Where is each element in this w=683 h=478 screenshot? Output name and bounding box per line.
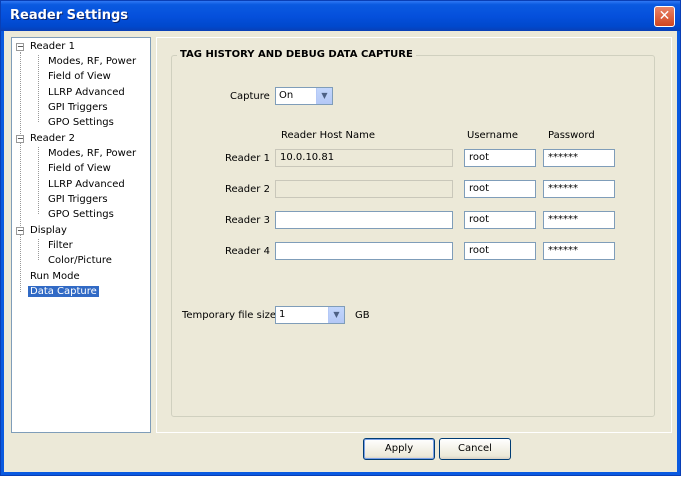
cancel-button[interactable]: Cancel xyxy=(439,438,511,460)
apply-button[interactable]: Apply xyxy=(363,438,435,460)
tree-item-label: Modes, RF, Power xyxy=(48,56,137,67)
capture-label: Capture xyxy=(230,91,270,102)
file-size-select-value: 1 xyxy=(279,309,286,320)
reader-1-username-field[interactable]: root xyxy=(464,149,536,167)
tree-item-gpo-settings[interactable]: GPO Settings xyxy=(48,116,114,130)
tree-item-label: Data Capture xyxy=(28,286,99,297)
reader-3-label: Reader 3 xyxy=(225,215,270,226)
tree-item-color-picture[interactable]: Color/Picture xyxy=(48,254,112,268)
tree-item-label: GPI Triggers xyxy=(48,194,108,205)
tree-item-label: Reader 1 xyxy=(30,41,75,52)
tree-item-field-of-view[interactable]: Field of View xyxy=(48,70,111,84)
column-header-username: Username xyxy=(467,130,518,141)
tree-item-reader-1[interactable]: − Reader 1 xyxy=(16,40,75,54)
settings-tree[interactable]: − Reader 1 Modes, RF, Power Field of Vie… xyxy=(11,37,151,433)
tree-item-filter[interactable]: Filter xyxy=(48,239,73,253)
tree-item-modes-rf-power[interactable]: Modes, RF, Power xyxy=(48,147,136,161)
tree-guide-line xyxy=(38,55,39,122)
reader-3-username-field[interactable]: root xyxy=(464,211,536,229)
tree-item-label: GPO Settings xyxy=(48,117,114,128)
window-frame-left xyxy=(1,31,4,475)
tree-item-gpi-triggers[interactable]: GPI Triggers xyxy=(48,193,108,207)
tree-item-data-capture[interactable]: Data Capture xyxy=(28,285,99,299)
chevron-down-icon[interactable]: ▼ xyxy=(316,88,332,104)
title-bar[interactable]: Reader Settings ✕ xyxy=(1,1,680,31)
tree-item-llrp-advanced[interactable]: LLRP Advanced xyxy=(48,178,125,192)
chevron-down-icon[interactable]: ▼ xyxy=(328,307,344,323)
tree-item-run-mode[interactable]: Run Mode xyxy=(30,270,80,284)
file-size-unit: GB xyxy=(355,310,370,321)
tree-item-gpo-settings[interactable]: GPO Settings xyxy=(48,208,114,222)
reader-4-password-field[interactable]: ****** xyxy=(543,242,615,260)
reader-1-password-field[interactable]: ****** xyxy=(543,149,615,167)
column-header-password: Password xyxy=(548,130,595,141)
reader-3-password-field[interactable]: ****** xyxy=(543,211,615,229)
tree-item-label: LLRP Advanced xyxy=(48,87,125,98)
tree-guide-line xyxy=(38,239,39,260)
window-frame-right xyxy=(677,31,680,475)
tree-item-label: Run Mode xyxy=(30,271,80,282)
tree-item-label: LLRP Advanced xyxy=(48,179,125,190)
tree-guide-line xyxy=(20,52,21,292)
tree-item-label: GPI Triggers xyxy=(48,102,108,113)
tree-item-label: Display xyxy=(30,225,67,236)
reader-4-host-field[interactable] xyxy=(275,242,453,260)
tree-item-reader-2[interactable]: − Reader 2 xyxy=(16,132,75,146)
collapse-icon[interactable]: − xyxy=(16,135,24,143)
tree-item-gpi-triggers[interactable]: GPI Triggers xyxy=(48,101,108,115)
group-title: TAG HISTORY AND DEBUG DATA CAPTURE xyxy=(177,49,416,60)
reader-2-host-field[interactable] xyxy=(275,180,453,198)
close-icon[interactable]: ✕ xyxy=(654,6,675,27)
reader-2-password-field[interactable]: ****** xyxy=(543,180,615,198)
tree-item-label: Reader 2 xyxy=(30,133,75,144)
reader-settings-window: Reader Settings ✕ − Reader 1 Modes, RF, … xyxy=(0,0,681,476)
column-header-host: Reader Host Name xyxy=(281,130,376,141)
tree-item-label: Color/Picture xyxy=(48,255,112,266)
collapse-icon[interactable]: − xyxy=(16,43,24,51)
capture-group-box xyxy=(171,55,655,417)
tree-item-display[interactable]: − Display xyxy=(16,224,67,238)
tree-item-modes-rf-power[interactable]: Modes, RF, Power xyxy=(48,55,136,69)
file-size-select[interactable]: 1 ▼ xyxy=(275,306,345,324)
reader-2-label: Reader 2 xyxy=(225,184,270,195)
reader-2-username-field[interactable]: root xyxy=(464,180,536,198)
tree-item-field-of-view[interactable]: Field of View xyxy=(48,162,111,176)
tree-item-label: Field of View xyxy=(48,71,111,82)
capture-select-value: On xyxy=(279,90,294,101)
window-title: Reader Settings xyxy=(10,8,129,23)
reader-3-host-field[interactable] xyxy=(275,211,453,229)
tree-item-label: GPO Settings xyxy=(48,209,114,220)
file-size-label: Temporary file size xyxy=(182,310,277,321)
window-frame-bottom xyxy=(1,472,680,475)
reader-1-host-field[interactable]: 10.0.10.81 xyxy=(275,149,453,167)
tree-item-label: Filter xyxy=(48,240,73,251)
collapse-icon[interactable]: − xyxy=(16,227,24,235)
reader-4-label: Reader 4 xyxy=(225,246,270,257)
tree-guide-line xyxy=(38,147,39,214)
tree-item-label: Field of View xyxy=(48,163,111,174)
reader-1-label: Reader 1 xyxy=(225,153,270,164)
tree-item-llrp-advanced[interactable]: LLRP Advanced xyxy=(48,86,125,100)
capture-select[interactable]: On ▼ xyxy=(275,87,333,105)
reader-4-username-field[interactable]: root xyxy=(464,242,536,260)
tree-item-label: Modes, RF, Power xyxy=(48,148,137,159)
